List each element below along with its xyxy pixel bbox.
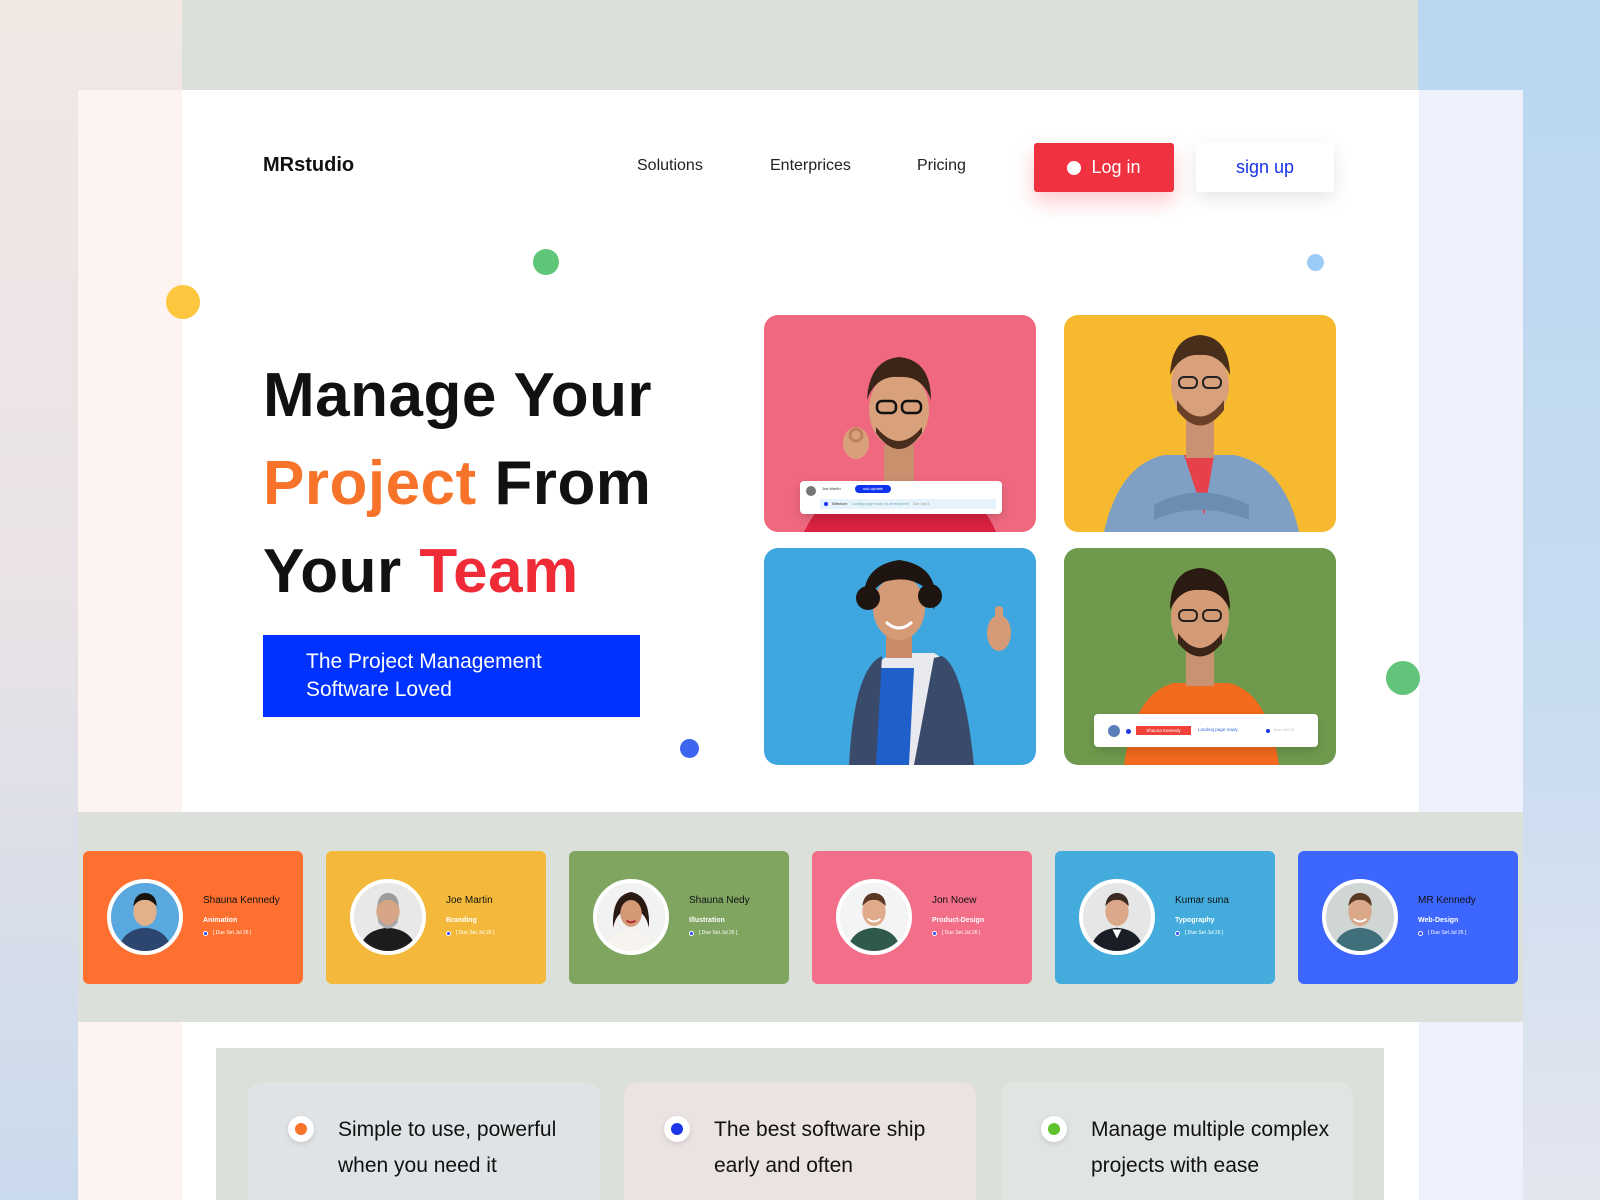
frame-tint — [1419, 1022, 1523, 1200]
member-name: MR Kennedy — [1418, 895, 1476, 906]
decor-dot-green — [1386, 661, 1420, 695]
member-due: [ Due Set Jul 26 ] — [1175, 930, 1223, 936]
avatar — [1108, 725, 1120, 737]
feature-card: Manage multiple complex projects with ea… — [1001, 1082, 1353, 1200]
member-name: Shauna Kennedy — [203, 895, 280, 906]
nav-enterprices[interactable]: Enterprices — [770, 157, 851, 175]
cta-line2: Software Loved — [306, 678, 452, 701]
nav-solutions[interactable]: Solutions — [637, 157, 703, 175]
team-photo-yellow — [1064, 315, 1336, 532]
frame-tint — [1419, 90, 1523, 812]
milestone-row: Milestone: Landing page ready for develo… — [820, 499, 996, 509]
team-strip: Shauna Kennedy Animation [ Due Set Jul 2… — [78, 812, 1523, 1022]
frame-tint — [78, 90, 182, 812]
member-due: [ Due Set Jul 26 ] — [446, 930, 494, 936]
member-name: Kumar suna — [1175, 895, 1229, 906]
overlay-meta: Due Oct 10 — [1274, 727, 1295, 732]
member-role: Illustration — [689, 917, 725, 924]
decor-dot-blue — [680, 739, 699, 758]
hero-line1: Manage Your — [263, 361, 653, 430]
bullet-icon — [288, 1116, 314, 1142]
member-role: Typography — [1175, 917, 1215, 924]
nav-pricing[interactable]: Pricing — [917, 157, 966, 175]
background-top — [182, 0, 1418, 90]
feature-text: Manage multiple complex projects with ea… — [1091, 1118, 1330, 1177]
hero-accent-project: Project — [263, 449, 477, 518]
avatar — [593, 879, 669, 955]
avatar — [1079, 879, 1155, 955]
status-badge: sub-update — [855, 485, 891, 493]
login-button[interactable]: Log in — [1034, 143, 1174, 192]
member-due: [ Due Set Jul 26 ] — [1418, 930, 1466, 936]
hero-line3-start: Your — [263, 537, 402, 606]
bullet-icon — [1041, 1116, 1067, 1142]
member-name: Shauna Nedy — [689, 895, 750, 906]
member-due: [ Due Set Jul 26 ] — [203, 930, 251, 936]
hero-line2-rest: From — [494, 449, 652, 518]
avatar — [1322, 879, 1398, 955]
bullet-icon — [664, 1116, 690, 1142]
decor-dot-green — [533, 249, 559, 275]
login-label: Log in — [1091, 157, 1141, 177]
task-overlay-card: Shauna Kennedy Landing page ready Due Oc… — [1094, 714, 1318, 747]
decor-dot-lightblue — [1307, 254, 1324, 271]
hero-accent-team: Team — [419, 537, 579, 606]
dot-icon — [824, 502, 828, 506]
feature-card: The best software ship early and often — [624, 1082, 976, 1200]
status-badge: Shauna Kennedy — [1136, 726, 1191, 735]
member-due: [ Due Set Jul 26 ] — [932, 930, 980, 936]
dot-icon — [1126, 729, 1131, 734]
task-overlay-card: Joe Martin sub-update Milestone: Landing… — [800, 481, 1002, 514]
avatar — [350, 879, 426, 955]
feature-text: Simple to use, powerful when you need it — [338, 1118, 557, 1177]
feature-dot — [671, 1123, 683, 1135]
milestone-label: Milestone: — [832, 502, 848, 506]
team-card[interactable]: Kumar suna Typography [ Due Set Jul 26 ] — [1055, 851, 1275, 984]
dot-icon — [1266, 729, 1270, 733]
team-photo-blue — [764, 548, 1036, 765]
cta-banner[interactable]: The Project Management Software Loved — [263, 635, 640, 717]
member-role: Product-Design — [932, 917, 985, 924]
page-frame: MRstudio Solutions Enterprices Pricing L… — [78, 90, 1523, 1200]
feature-dot — [1048, 1123, 1060, 1135]
team-card[interactable]: Shauna Nedy Illustration [ Due Set Jul 2… — [569, 851, 789, 984]
avatar — [836, 879, 912, 955]
member-role: Branding — [446, 917, 477, 924]
feature-card: Simple to use, powerful when you need it — [248, 1082, 600, 1200]
feature-dot — [295, 1123, 307, 1135]
dot-icon — [1067, 160, 1082, 175]
avatar — [806, 486, 816, 496]
member-due: [ Due Set Jul 26 ] — [689, 930, 737, 936]
member-role: Web-Design — [1418, 917, 1459, 924]
member-role: Animation — [203, 917, 238, 924]
cta-line1: The Project Management — [306, 650, 542, 673]
overlay-desc: Landing page ready — [1198, 727, 1238, 732]
team-card[interactable]: Shauna Kennedy Animation [ Due Set Jul 2… — [83, 851, 303, 984]
avatar — [107, 879, 183, 955]
features-section: Simple to use, powerful when you need it… — [216, 1048, 1384, 1200]
member-name: Joe Martin — [446, 895, 493, 906]
signup-button[interactable]: sign up — [1196, 143, 1334, 192]
overlay-name: Joe Martin — [822, 486, 841, 491]
team-card[interactable]: Jon Noew Product-Design [ Due Set Jul 26… — [812, 851, 1032, 984]
decor-dot-yellow — [166, 285, 200, 319]
feature-text: The best software ship early and often — [714, 1118, 926, 1177]
signup-label: sign up — [1235, 157, 1295, 177]
team-card[interactable]: MR Kennedy Web-Design [ Due Set Jul 26 ] — [1298, 851, 1518, 984]
frame-tint — [78, 1022, 182, 1200]
milestone-meta: Due Sep 5 — [912, 502, 930, 506]
team-card[interactable]: Joe Martin Branding [ Due Set Jul 26 ] — [326, 851, 546, 984]
logo[interactable]: MRstudio — [263, 154, 354, 177]
member-name: Jon Noew — [932, 895, 977, 906]
hero-title: Manage Your Project From Your Team — [263, 352, 652, 616]
milestone-desc: Landing page ready for development — [851, 502, 909, 506]
